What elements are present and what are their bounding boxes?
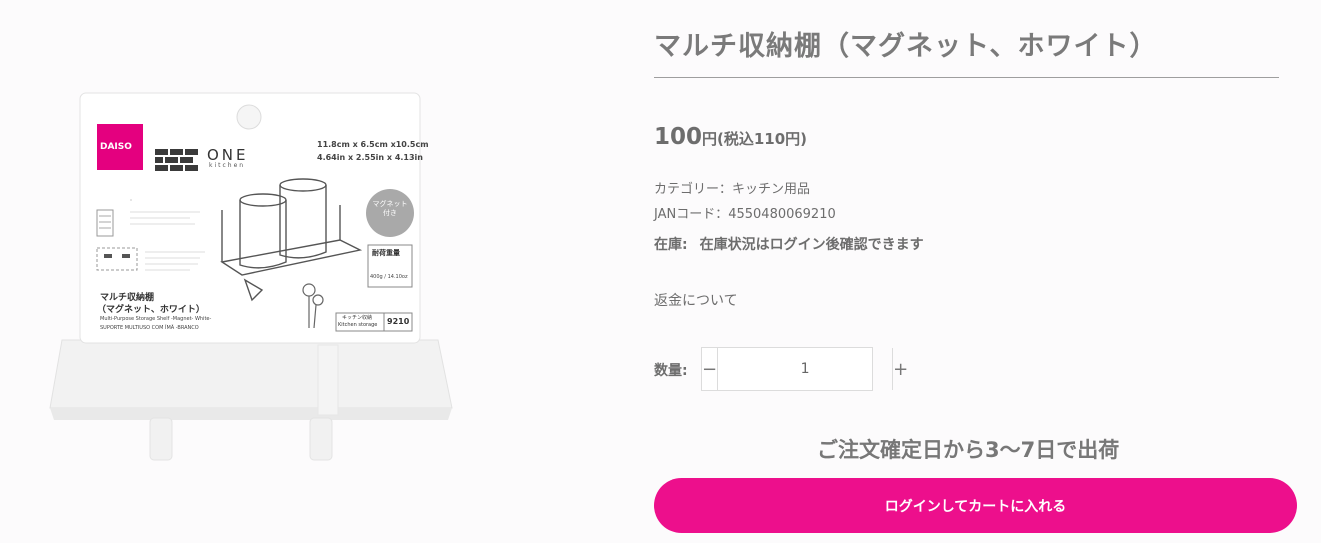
product-title: マルチ収納棚（マグネット、ホワイト） (654, 31, 1158, 62)
product-jan-code: JANコード：4550480069210 (654, 207, 836, 222)
stock-status: 在庫状況はログイン後確認できます (699, 237, 924, 253)
magnet-badge: マグネット付き (372, 200, 408, 217)
quantity-decrease-button[interactable]: − (702, 348, 719, 390)
dimensions-cm: 11.8cm x 6.5cm x10.5cm (317, 140, 429, 149)
load-value: 400g / 14.10oz (370, 274, 408, 280)
product-image: DAISO ONE kitchen 11.8cm x 6.5cm x10.5cm… (0, 0, 590, 543)
dimensions-in: 4.64in x 2.55in x 4.13in (317, 153, 423, 162)
package-name-en: Multi-Purpose Storage Shelf -Magnet- Whi… (100, 316, 212, 322)
quantity-increase-button[interactable]: + (892, 348, 908, 390)
price-unit: 円(税込110円) (702, 130, 808, 148)
quantity-label: 数量: (654, 363, 688, 379)
product-category: カテゴリー：キッチン用品 (654, 182, 811, 197)
line-sub: kitchen (209, 162, 246, 169)
price-value: 100 (654, 124, 703, 150)
package-item-code: 9210 (387, 317, 410, 326)
add-to-cart-button[interactable]: ログインしてカートに入れる (654, 478, 1297, 533)
refund-link[interactable]: 返金について (654, 290, 738, 310)
stock-label: 在庫: (654, 237, 688, 253)
daiso-logo-text: DAISO (100, 142, 132, 152)
stock-info: 在庫: 在庫状況はログイン後確認できます (654, 234, 924, 254)
load-label: 耐荷重量 (372, 249, 400, 257)
product-photo (49, 92, 453, 461)
shipping-note: ご注文確定日から3〜7日で出荷 (817, 438, 1120, 462)
quantity-stepper: − + (701, 347, 908, 391)
product-price: 100円(税込110円) (654, 124, 807, 150)
package-name-pt: SUPORTE MULTIUSO COM ÍMÃ -BRANCO (100, 325, 199, 331)
quantity-input[interactable] (718, 348, 893, 390)
package-category-jp: キッチン収納 (342, 315, 373, 321)
title-divider (654, 77, 1279, 78)
package-name-jp-2: （マグネット、ホワイト） (97, 305, 205, 315)
package-category-en: Kitchen storage (338, 322, 378, 328)
